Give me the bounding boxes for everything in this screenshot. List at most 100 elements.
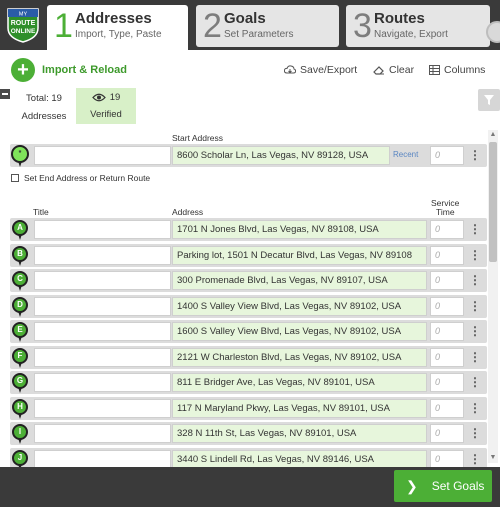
service-time-input[interactable]: 0 [430, 245, 464, 265]
title-column-header: Title [33, 207, 49, 217]
start-title-input[interactable] [34, 146, 171, 165]
address-input[interactable]: 300 Promenade Blvd, Las Vegas, NV 89107,… [172, 271, 427, 290]
service-time-input[interactable]: 0 [430, 398, 464, 418]
more-options-icon[interactable]: ⋮ [468, 400, 482, 417]
more-options-icon[interactable]: ⋮ [468, 247, 482, 264]
address-row: C 300 Promenade Blvd, Las Vegas, NV 89107… [10, 269, 487, 292]
address-row: A 1701 N Jones Blvd, Las Vegas, NV 89108,… [10, 218, 487, 241]
total-addresses-badge: Total: 19 Addresses [14, 88, 74, 124]
filter-button[interactable] [478, 89, 500, 111]
title-input[interactable] [34, 296, 171, 316]
service-time-input[interactable]: 0 [430, 449, 464, 469]
clear-label: Clear [389, 64, 415, 76]
service-time-input[interactable]: 0 [430, 424, 464, 443]
svg-text:ONLINE: ONLINE [11, 28, 36, 35]
service-time-input[interactable]: 0 [430, 271, 464, 290]
stop-pin-icon: G [12, 373, 28, 393]
start-address-row: * 8600 Scholar Ln, Las Vegas, NV 89128, … [10, 144, 487, 167]
tab-goals[interactable]: 2 Goals Set Parameters [196, 5, 339, 47]
stop-pin-icon: H [12, 398, 28, 419]
tab-addresses[interactable]: 1 Addresses Import, Type, Paste [47, 5, 188, 50]
start-address-header: Start Address [172, 133, 224, 143]
more-options-icon[interactable]: ⋮ [468, 298, 482, 315]
cloud-save-icon [284, 65, 296, 74]
stop-pin-icon: I [12, 424, 28, 444]
tab-routes[interactable]: 3 Routes Navigate, Export [346, 5, 490, 47]
set-goals-button[interactable]: ❯ Set Goals [394, 470, 492, 502]
address-input[interactable]: 2121 W Charleston Blvd, Las Vegas, NV 89… [172, 347, 427, 367]
service-time-input[interactable]: 0 [430, 220, 464, 239]
more-options-icon[interactable]: ⋮ [468, 147, 482, 164]
total-count: Total: 19 [26, 93, 62, 104]
title-input[interactable] [34, 373, 171, 392]
import-reload-label: Import & Reload [42, 64, 127, 76]
chevron-right-icon: ❯ [406, 477, 418, 494]
stop-pin-icon: C [12, 271, 28, 291]
collapse-summary-button[interactable] [0, 89, 10, 99]
stop-pin-icon: A [12, 220, 28, 240]
stop-pin-icon: E [12, 322, 28, 342]
filter-icon [484, 95, 494, 105]
service-time-input[interactable]: 0 [430, 296, 464, 316]
address-input[interactable]: 1701 N Jones Blvd, Las Vegas, NV 89108, … [172, 220, 427, 239]
start-pin-icon: * [11, 145, 29, 167]
save-export-label: Save/Export [300, 64, 358, 76]
title-input[interactable] [34, 322, 171, 341]
title-input[interactable] [34, 347, 171, 367]
stop-pin-icon: J [12, 449, 28, 470]
svg-text:ROUTE: ROUTE [11, 20, 36, 27]
scroll-thumb[interactable] [489, 142, 497, 262]
verified-filter-badge[interactable]: 19 Verified [76, 88, 136, 124]
address-row: F 2121 W Charleston Blvd, Las Vegas, NV 8… [10, 345, 487, 369]
checkbox-icon [11, 174, 19, 182]
more-options-icon[interactable]: ⋮ [468, 374, 482, 391]
end-address-label: Set End Address or Return Route [24, 173, 151, 183]
address-input[interactable]: 811 E Bridger Ave, Las Vegas, NV 89101, … [172, 373, 427, 392]
start-service-time-input[interactable]: 0 [430, 146, 464, 165]
title-input[interactable] [34, 245, 171, 265]
more-options-icon[interactable]: ⋮ [468, 221, 482, 238]
address-input[interactable]: Parking lot, 1501 N Decatur Blvd, Las Ve… [172, 245, 427, 265]
service-time-input[interactable]: 0 [430, 373, 464, 392]
scroll-up-arrow[interactable]: ▲ [488, 130, 498, 140]
stop-pin-icon: D [12, 296, 28, 317]
more-options-icon[interactable]: ⋮ [468, 323, 482, 340]
more-options-icon[interactable]: ⋮ [468, 349, 482, 366]
more-options-icon[interactable]: ⋮ [468, 451, 482, 468]
recent-link[interactable]: Recent [393, 150, 418, 159]
address-input[interactable]: 117 N Maryland Pkwy, Las Vegas, NV 89101… [172, 398, 427, 418]
my-route-online-logo[interactable]: MY ROUTE ONLINE [4, 6, 42, 44]
more-options-icon[interactable]: ⋮ [468, 272, 482, 289]
list-scrollbar[interactable]: ▲ ▼ [488, 130, 498, 463]
top-header: MY ROUTE ONLINE 1 Addresses Import, Type… [0, 0, 500, 50]
title-input[interactable] [34, 449, 171, 469]
title-input[interactable] [34, 220, 171, 239]
end-address-checkbox[interactable]: Set End Address or Return Route [11, 173, 150, 183]
address-input[interactable]: 1400 S Valley View Blvd, Las Vegas, NV 8… [172, 296, 427, 316]
more-options-icon[interactable]: ⋮ [468, 425, 482, 442]
address-input[interactable]: 1600 S Valley View Blvd, Las Vegas, NV 8… [172, 322, 427, 341]
title-input[interactable] [34, 424, 171, 443]
tab-number: 1 [54, 7, 73, 45]
start-address-input[interactable]: 8600 Scholar Ln, Las Vegas, NV 89128, US… [172, 146, 390, 165]
address-input[interactable]: 328 N 11th St, Las Vegas, NV 89101, USA [172, 424, 427, 443]
service-time-input[interactable]: 0 [430, 347, 464, 367]
verified-count: 19 [109, 92, 121, 103]
service-time-input[interactable]: 0 [430, 322, 464, 341]
columns-button[interactable]: Columns [429, 64, 485, 76]
title-input[interactable] [34, 271, 171, 290]
address-row: G 811 E Bridger Ave, Las Vegas, NV 89101,… [10, 371, 487, 394]
addresses-label: Addresses [21, 111, 67, 122]
tab-title: Goals [224, 10, 266, 27]
service-time-header-line2: Time [436, 207, 455, 217]
address-input[interactable]: 3440 S Lindell Rd, Las Vegas, NV 89146, … [172, 449, 427, 469]
scroll-down-arrow[interactable]: ▼ [488, 453, 498, 463]
clear-button[interactable]: Clear [373, 64, 414, 76]
address-row: I 328 N 11th St, Las Vegas, NV 89101, USA… [10, 422, 487, 445]
columns-icon [429, 65, 440, 75]
set-goals-label: Set Goals [431, 479, 485, 493]
import-reload-button[interactable]: + Import & Reload [11, 58, 127, 82]
title-input[interactable] [34, 398, 171, 418]
save-export-button[interactable]: Save/Export [284, 64, 357, 76]
stop-pin-icon: F [12, 347, 28, 368]
